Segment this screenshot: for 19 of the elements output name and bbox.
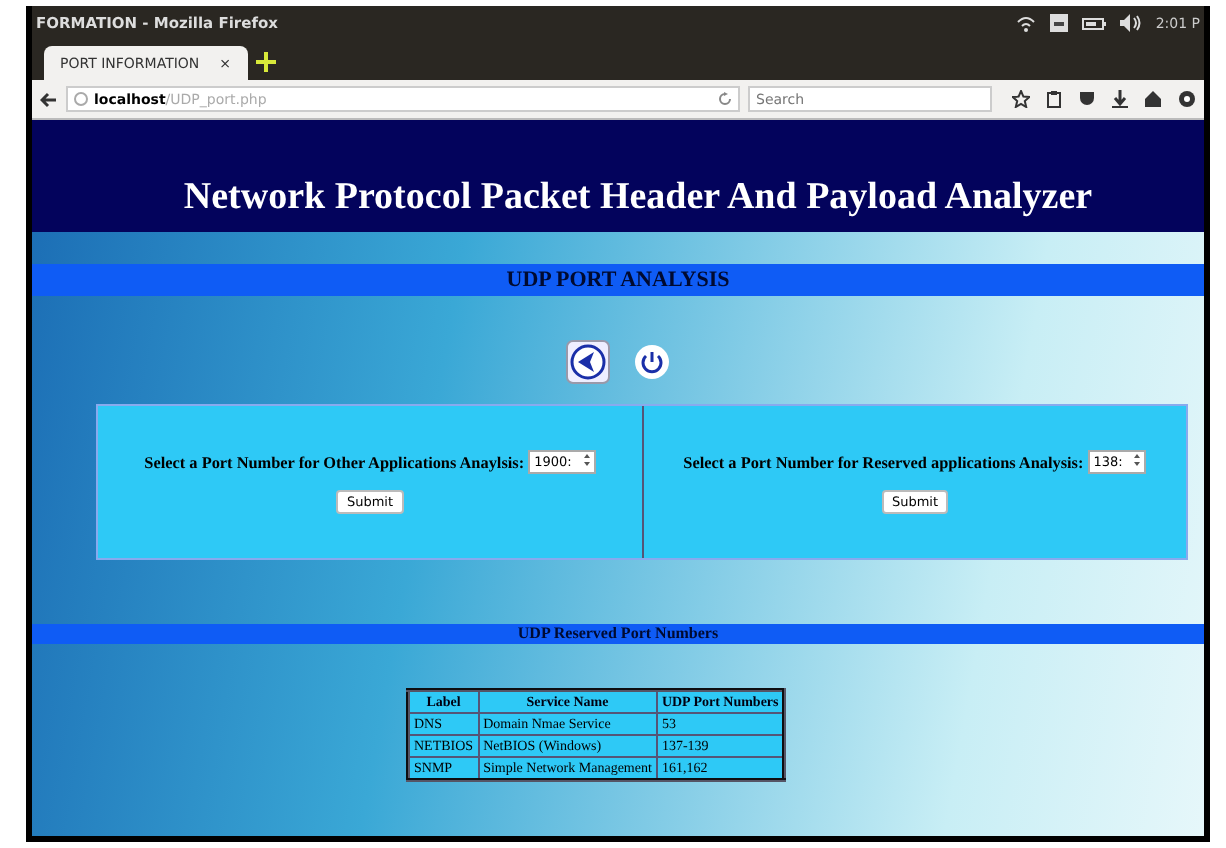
field-label: Select a Port Number for Reserved applications Analysis: [683, 453, 1084, 471]
volume-icon[interactable] [1119, 14, 1142, 32]
spinner-icon[interactable] [1134, 454, 1141, 466]
back-arrow-icon[interactable] [40, 91, 58, 107]
table-title: UDP Reserved Port Numbers [32, 624, 1204, 644]
spinner-icon[interactable] [583, 454, 590, 466]
battery-icon[interactable] [1081, 15, 1106, 31]
back-icon[interactable] [566, 340, 610, 384]
section-title: UDP PORT ANALYSIS [32, 264, 1204, 296]
power-icon[interactable] [634, 344, 670, 380]
star-icon[interactable] [1012, 90, 1030, 108]
field-label: Select a Port Number for Other Applications Anaylsis: [144, 453, 525, 471]
reload-icon[interactable] [718, 92, 732, 106]
page-title: Network Protocol Packet Header And Payload Analyzer [183, 176, 1093, 220]
new-tab-icon[interactable] [255, 52, 276, 72]
download-icon[interactable] [1112, 90, 1128, 108]
wifi-icon[interactable] [1015, 14, 1036, 32]
clipboard-icon[interactable] [1046, 90, 1062, 108]
home-icon[interactable] [1144, 90, 1162, 108]
